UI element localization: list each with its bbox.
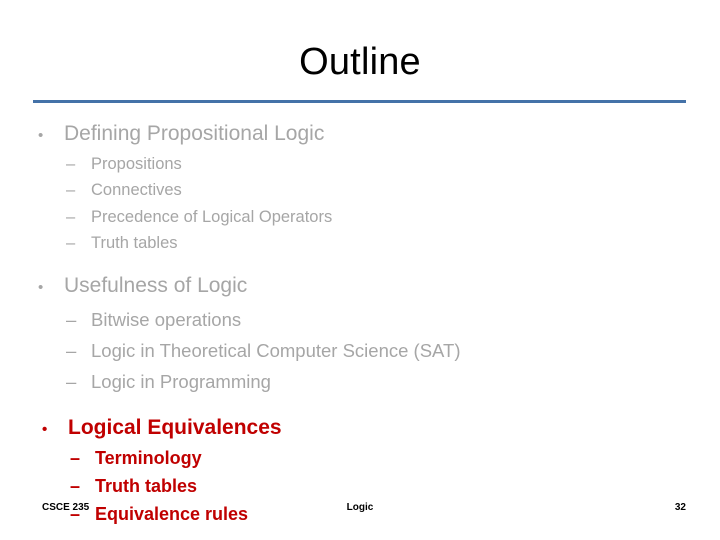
- dash-icon: –: [66, 207, 76, 226]
- list-item: – Precedence of Logical Operators: [0, 204, 720, 230]
- list-item: – Truth tables: [0, 230, 720, 256]
- dash-icon: –: [66, 339, 77, 361]
- outline-subitem-list: – Propositions – Connectives – Precedenc…: [0, 151, 720, 257]
- outline-heading-label: Logical Equivalences: [68, 415, 282, 439]
- bullet-dot-icon: •: [42, 420, 48, 438]
- list-item-label: Bitwise operations: [91, 309, 242, 330]
- list-item: – Logic in Theoretical Computer Science …: [0, 336, 720, 367]
- list-item-label: Precedence of Logical Operators: [91, 207, 333, 226]
- list-item-label: Propositions: [91, 154, 182, 173]
- outline-heading-label: Usefulness of Logic: [64, 274, 248, 298]
- dash-icon: –: [66, 181, 76, 200]
- outline-heading-label: Defining Propositional Logic: [64, 122, 325, 145]
- list-item-label: Truth tables: [91, 233, 178, 252]
- list-item-label: Connectives: [91, 181, 182, 200]
- dash-icon: –: [66, 309, 77, 330]
- list-item-label: Logic in Theoretical Computer Science (S…: [91, 339, 461, 361]
- footer-page-number: 32: [674, 502, 686, 513]
- list-item: – Truth tables: [0, 473, 720, 501]
- bullet-dot-icon: •: [38, 127, 44, 144]
- outline-heading: • Usefulness of Logic: [0, 272, 720, 300]
- list-item: – Bitwise operations: [0, 305, 720, 336]
- slide: Outline • Defining Propositional Logic –…: [0, 0, 720, 540]
- list-item: – Connectives: [0, 177, 720, 203]
- footer-topic-label: Logic: [346, 502, 374, 513]
- slide-footer: CSCE 235 Logic 32: [0, 502, 720, 518]
- outline-heading: • Defining Propositional Logic: [0, 120, 720, 148]
- dash-icon: –: [66, 154, 76, 173]
- bullet-dot-icon: •: [38, 279, 44, 297]
- slide-body: • Defining Propositional Logic – Proposi…: [0, 120, 720, 529]
- list-item-label: Truth tables: [95, 476, 198, 497]
- list-item: – Terminology: [0, 445, 720, 473]
- outline-subitem-list: – Bitwise operations – Logic in Theoreti…: [0, 305, 720, 398]
- page-title: Outline: [299, 41, 421, 83]
- dash-icon: –: [66, 233, 76, 252]
- list-item-label: Logic in Programming: [91, 370, 271, 392]
- title-divider: [33, 100, 686, 103]
- outline-group-defining-propositional-logic: • Defining Propositional Logic – Proposi…: [0, 120, 720, 256]
- list-item: – Propositions: [0, 151, 720, 177]
- dash-icon: –: [66, 370, 77, 392]
- outline-group-usefulness-of-logic: • Usefulness of Logic – Bitwise operatio…: [0, 272, 720, 397]
- list-item: – Logic in Programming: [0, 367, 720, 398]
- dash-icon: –: [70, 448, 81, 469]
- outline-heading-highlighted: • Logical Equivalences: [0, 414, 720, 442]
- list-item-label: Terminology: [95, 448, 202, 469]
- dash-icon: –: [70, 476, 81, 497]
